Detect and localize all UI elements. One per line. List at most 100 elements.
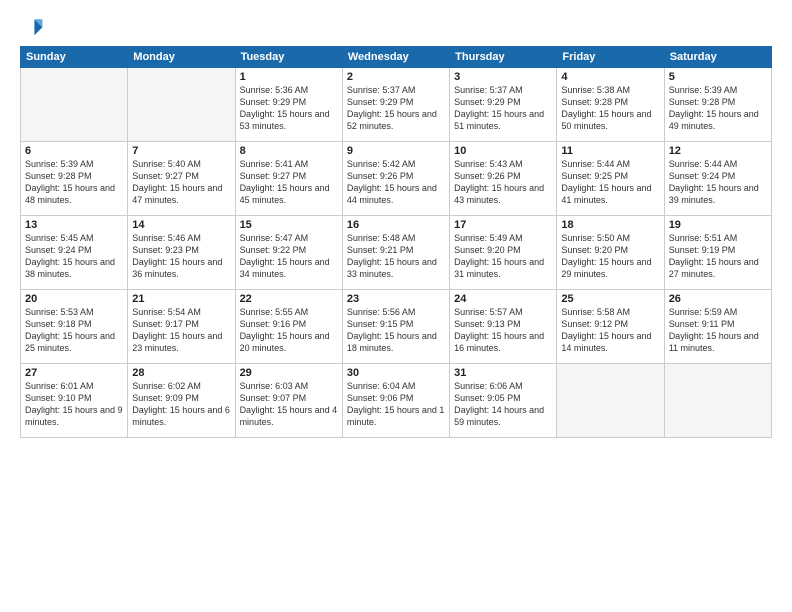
day-number: 8 bbox=[240, 145, 338, 157]
calendar-week-row: 20Sunrise: 5:53 AM Sunset: 9:18 PM Dayli… bbox=[21, 290, 772, 364]
day-info: Sunrise: 5:42 AM Sunset: 9:26 PM Dayligh… bbox=[347, 158, 445, 207]
day-number: 23 bbox=[347, 293, 445, 305]
day-number: 21 bbox=[132, 293, 230, 305]
calendar-cell: 6Sunrise: 5:39 AM Sunset: 9:28 PM Daylig… bbox=[21, 142, 128, 216]
calendar-cell: 12Sunrise: 5:44 AM Sunset: 9:24 PM Dayli… bbox=[664, 142, 771, 216]
day-number: 4 bbox=[561, 71, 659, 83]
day-number: 31 bbox=[454, 367, 552, 379]
day-number: 18 bbox=[561, 219, 659, 231]
day-info: Sunrise: 6:06 AM Sunset: 9:05 PM Dayligh… bbox=[454, 380, 552, 429]
calendar-week-row: 6Sunrise: 5:39 AM Sunset: 9:28 PM Daylig… bbox=[21, 142, 772, 216]
weekday-header: Monday bbox=[128, 47, 235, 68]
calendar-cell: 5Sunrise: 5:39 AM Sunset: 9:28 PM Daylig… bbox=[664, 68, 771, 142]
calendar-cell: 20Sunrise: 5:53 AM Sunset: 9:18 PM Dayli… bbox=[21, 290, 128, 364]
day-number: 19 bbox=[669, 219, 767, 231]
calendar-cell: 29Sunrise: 6:03 AM Sunset: 9:07 PM Dayli… bbox=[235, 364, 342, 438]
calendar-cell: 22Sunrise: 5:55 AM Sunset: 9:16 PM Dayli… bbox=[235, 290, 342, 364]
weekday-header: Thursday bbox=[450, 47, 557, 68]
calendar-week-row: 13Sunrise: 5:45 AM Sunset: 9:24 PM Dayli… bbox=[21, 216, 772, 290]
calendar-cell: 23Sunrise: 5:56 AM Sunset: 9:15 PM Dayli… bbox=[342, 290, 449, 364]
calendar-cell: 7Sunrise: 5:40 AM Sunset: 9:27 PM Daylig… bbox=[128, 142, 235, 216]
calendar-cell: 17Sunrise: 5:49 AM Sunset: 9:20 PM Dayli… bbox=[450, 216, 557, 290]
day-info: Sunrise: 5:43 AM Sunset: 9:26 PM Dayligh… bbox=[454, 158, 552, 207]
calendar-cell: 27Sunrise: 6:01 AM Sunset: 9:10 PM Dayli… bbox=[21, 364, 128, 438]
day-info: Sunrise: 5:37 AM Sunset: 9:29 PM Dayligh… bbox=[454, 84, 552, 133]
calendar-cell: 8Sunrise: 5:41 AM Sunset: 9:27 PM Daylig… bbox=[235, 142, 342, 216]
day-number: 26 bbox=[669, 293, 767, 305]
day-info: Sunrise: 5:48 AM Sunset: 9:21 PM Dayligh… bbox=[347, 232, 445, 281]
day-number: 17 bbox=[454, 219, 552, 231]
day-info: Sunrise: 5:38 AM Sunset: 9:28 PM Dayligh… bbox=[561, 84, 659, 133]
logo-icon bbox=[20, 16, 44, 40]
day-number: 27 bbox=[25, 367, 123, 379]
header bbox=[20, 16, 772, 40]
day-number: 13 bbox=[25, 219, 123, 231]
day-info: Sunrise: 5:47 AM Sunset: 9:22 PM Dayligh… bbox=[240, 232, 338, 281]
day-info: Sunrise: 5:55 AM Sunset: 9:16 PM Dayligh… bbox=[240, 306, 338, 355]
day-info: Sunrise: 5:40 AM Sunset: 9:27 PM Dayligh… bbox=[132, 158, 230, 207]
calendar-cell: 13Sunrise: 5:45 AM Sunset: 9:24 PM Dayli… bbox=[21, 216, 128, 290]
weekday-header: Saturday bbox=[664, 47, 771, 68]
day-info: Sunrise: 5:39 AM Sunset: 9:28 PM Dayligh… bbox=[669, 84, 767, 133]
day-number: 15 bbox=[240, 219, 338, 231]
calendar-cell: 26Sunrise: 5:59 AM Sunset: 9:11 PM Dayli… bbox=[664, 290, 771, 364]
day-info: Sunrise: 5:53 AM Sunset: 9:18 PM Dayligh… bbox=[25, 306, 123, 355]
calendar-cell: 1Sunrise: 5:36 AM Sunset: 9:29 PM Daylig… bbox=[235, 68, 342, 142]
logo bbox=[20, 16, 48, 40]
day-info: Sunrise: 5:57 AM Sunset: 9:13 PM Dayligh… bbox=[454, 306, 552, 355]
day-number: 14 bbox=[132, 219, 230, 231]
day-info: Sunrise: 5:36 AM Sunset: 9:29 PM Dayligh… bbox=[240, 84, 338, 133]
day-number: 20 bbox=[25, 293, 123, 305]
calendar-cell: 25Sunrise: 5:58 AM Sunset: 9:12 PM Dayli… bbox=[557, 290, 664, 364]
day-number: 10 bbox=[454, 145, 552, 157]
calendar-week-row: 27Sunrise: 6:01 AM Sunset: 9:10 PM Dayli… bbox=[21, 364, 772, 438]
calendar-cell: 19Sunrise: 5:51 AM Sunset: 9:19 PM Dayli… bbox=[664, 216, 771, 290]
day-number: 16 bbox=[347, 219, 445, 231]
calendar-cell: 3Sunrise: 5:37 AM Sunset: 9:29 PM Daylig… bbox=[450, 68, 557, 142]
calendar-cell: 4Sunrise: 5:38 AM Sunset: 9:28 PM Daylig… bbox=[557, 68, 664, 142]
day-info: Sunrise: 5:58 AM Sunset: 9:12 PM Dayligh… bbox=[561, 306, 659, 355]
day-info: Sunrise: 5:45 AM Sunset: 9:24 PM Dayligh… bbox=[25, 232, 123, 281]
day-info: Sunrise: 5:50 AM Sunset: 9:20 PM Dayligh… bbox=[561, 232, 659, 281]
calendar-cell bbox=[664, 364, 771, 438]
calendar: SundayMondayTuesdayWednesdayThursdayFrid… bbox=[20, 46, 772, 438]
day-info: Sunrise: 5:49 AM Sunset: 9:20 PM Dayligh… bbox=[454, 232, 552, 281]
day-info: Sunrise: 6:01 AM Sunset: 9:10 PM Dayligh… bbox=[25, 380, 123, 429]
day-number: 28 bbox=[132, 367, 230, 379]
day-number: 30 bbox=[347, 367, 445, 379]
day-info: Sunrise: 5:44 AM Sunset: 9:25 PM Dayligh… bbox=[561, 158, 659, 207]
day-info: Sunrise: 5:46 AM Sunset: 9:23 PM Dayligh… bbox=[132, 232, 230, 281]
day-number: 12 bbox=[669, 145, 767, 157]
day-info: Sunrise: 6:04 AM Sunset: 9:06 PM Dayligh… bbox=[347, 380, 445, 429]
weekday-header: Friday bbox=[557, 47, 664, 68]
calendar-cell bbox=[128, 68, 235, 142]
calendar-cell: 28Sunrise: 6:02 AM Sunset: 9:09 PM Dayli… bbox=[128, 364, 235, 438]
day-number: 22 bbox=[240, 293, 338, 305]
day-info: Sunrise: 6:02 AM Sunset: 9:09 PM Dayligh… bbox=[132, 380, 230, 429]
day-number: 24 bbox=[454, 293, 552, 305]
day-number: 7 bbox=[132, 145, 230, 157]
calendar-cell: 2Sunrise: 5:37 AM Sunset: 9:29 PM Daylig… bbox=[342, 68, 449, 142]
calendar-cell: 31Sunrise: 6:06 AM Sunset: 9:05 PM Dayli… bbox=[450, 364, 557, 438]
page: SundayMondayTuesdayWednesdayThursdayFrid… bbox=[0, 0, 792, 612]
calendar-cell: 18Sunrise: 5:50 AM Sunset: 9:20 PM Dayli… bbox=[557, 216, 664, 290]
calendar-cell bbox=[21, 68, 128, 142]
day-info: Sunrise: 5:56 AM Sunset: 9:15 PM Dayligh… bbox=[347, 306, 445, 355]
calendar-cell: 16Sunrise: 5:48 AM Sunset: 9:21 PM Dayli… bbox=[342, 216, 449, 290]
day-info: Sunrise: 6:03 AM Sunset: 9:07 PM Dayligh… bbox=[240, 380, 338, 429]
day-number: 2 bbox=[347, 71, 445, 83]
calendar-cell: 14Sunrise: 5:46 AM Sunset: 9:23 PM Dayli… bbox=[128, 216, 235, 290]
day-info: Sunrise: 5:37 AM Sunset: 9:29 PM Dayligh… bbox=[347, 84, 445, 133]
day-number: 29 bbox=[240, 367, 338, 379]
day-info: Sunrise: 5:54 AM Sunset: 9:17 PM Dayligh… bbox=[132, 306, 230, 355]
weekday-header-row: SundayMondayTuesdayWednesdayThursdayFrid… bbox=[21, 47, 772, 68]
calendar-cell: 24Sunrise: 5:57 AM Sunset: 9:13 PM Dayli… bbox=[450, 290, 557, 364]
day-number: 3 bbox=[454, 71, 552, 83]
weekday-header: Wednesday bbox=[342, 47, 449, 68]
day-info: Sunrise: 5:39 AM Sunset: 9:28 PM Dayligh… bbox=[25, 158, 123, 207]
calendar-cell: 21Sunrise: 5:54 AM Sunset: 9:17 PM Dayli… bbox=[128, 290, 235, 364]
day-number: 9 bbox=[347, 145, 445, 157]
day-info: Sunrise: 5:51 AM Sunset: 9:19 PM Dayligh… bbox=[669, 232, 767, 281]
calendar-cell: 30Sunrise: 6:04 AM Sunset: 9:06 PM Dayli… bbox=[342, 364, 449, 438]
day-info: Sunrise: 5:59 AM Sunset: 9:11 PM Dayligh… bbox=[669, 306, 767, 355]
